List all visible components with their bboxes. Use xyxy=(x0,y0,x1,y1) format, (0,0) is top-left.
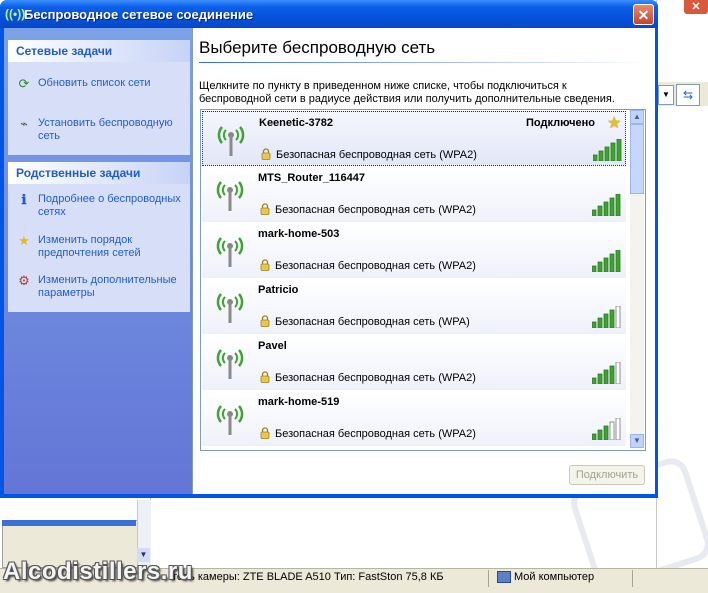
network-name: Patricio xyxy=(258,284,299,296)
task-label: Изменить порядок предпочтения сетей xyxy=(38,234,141,259)
network-row[interactable]: mark-home-503 Безопасная беспроводная сет… xyxy=(202,223,626,278)
wireless-antenna-icon xyxy=(216,237,244,267)
network-name: mark-home-503 xyxy=(258,228,340,240)
go-arrows-icon[interactable]: ⇆ xyxy=(676,84,700,106)
signal-strength-icon xyxy=(593,139,622,161)
refresh-icon: ⟳ xyxy=(18,76,30,91)
wireless-network-icon: ((•)) xyxy=(5,7,26,21)
task-label: Изменить дополнительные параметры xyxy=(38,274,177,299)
related-tasks-panel: Родственные задачи ℹ Подробнее о беспров… xyxy=(8,162,190,312)
wireless-antenna-icon xyxy=(216,349,244,379)
security-type: Безопасная беспроводная сеть (WPA2) xyxy=(275,260,476,272)
address-dropdown-icon[interactable]: ▼ xyxy=(658,85,674,105)
wireless-antenna-icon xyxy=(216,405,244,435)
network-row[interactable]: Pavel Безопасная беспроводная сеть (WPA2) xyxy=(202,335,626,390)
lock-icon xyxy=(260,315,270,327)
heading-divider xyxy=(199,62,649,63)
background-close-button[interactable]: ✕ xyxy=(684,0,708,14)
signal-strength-icon xyxy=(592,194,621,216)
star-icon: ★ xyxy=(18,233,30,248)
preferred-star-icon: ★ xyxy=(607,115,622,132)
dialog-titlebar[interactable]: ((•)) Беспроводное сетевое соединение ✕ xyxy=(0,0,658,28)
security-type: Безопасная беспроводная сеть (WPA2) xyxy=(275,372,476,384)
change-order-link[interactable]: ★ Изменить порядок предпочтения сетей xyxy=(16,233,186,261)
network-name: MTS_Router_116447 xyxy=(258,172,365,184)
lock-icon xyxy=(260,259,270,271)
page-title: Выберите беспроводную сеть xyxy=(199,38,436,57)
lock-icon xyxy=(260,427,270,439)
settings-icon: ⚙ xyxy=(18,273,30,288)
connection-status: Подключено xyxy=(526,117,595,129)
scroll-down-arrow-icon[interactable]: ▼ xyxy=(630,434,644,448)
scroll-up-arrow-icon[interactable]: ▲ xyxy=(630,110,644,124)
my-computer-icon xyxy=(497,571,511,583)
setup-wireless-link[interactable]: ⌁ Установить беспроводную сеть xyxy=(16,116,186,144)
lock-icon xyxy=(261,148,271,160)
signal-strength-icon xyxy=(592,418,621,440)
network-name: Pavel xyxy=(258,340,287,352)
network-tasks-header[interactable]: Сетевые задачи xyxy=(8,40,190,62)
dialog-title: Беспроводное сетевое соединение xyxy=(24,7,254,22)
signal-strength-icon xyxy=(592,306,621,328)
status-separator xyxy=(632,570,633,587)
security-type: Безопасная беспроводная сеть (WPA2) xyxy=(275,428,476,440)
security-type: Безопасная беспроводная сеть (WPA2) xyxy=(275,204,476,216)
connect-button[interactable]: Подключить xyxy=(569,465,645,485)
learn-wireless-link[interactable]: ℹ Подробнее о беспроводных сетях xyxy=(16,192,186,220)
wireless-antenna-icon xyxy=(216,181,244,211)
lock-icon xyxy=(260,203,270,215)
related-tasks-header[interactable]: Родственные задачи xyxy=(8,162,190,184)
network-name: mark-home-519 xyxy=(258,396,340,408)
status-file-info: тель камеры: ZTE BLADE A510 Тип: FastSto… xyxy=(172,571,444,583)
task-label: Обновить список сети xyxy=(38,77,151,89)
wireless-antenna-icon xyxy=(216,293,244,323)
network-row[interactable]: MTS_Router_116447 Безопасная беспроводная… xyxy=(202,167,626,222)
status-separator xyxy=(488,570,489,587)
signal-strength-icon xyxy=(592,362,621,384)
network-row[interactable]: Keenetic-3782 Подключено ★ Безопасная беспр… xyxy=(202,111,626,166)
network-row[interactable]: mark-home-519 Безопасная беспроводная сет… xyxy=(202,391,626,446)
wireless-setup-icon: ⌁ xyxy=(20,116,28,131)
refresh-network-list-link[interactable]: ⟳ Обновить список сети xyxy=(16,76,186,92)
advanced-settings-link[interactable]: ⚙ Изменить дополнительные параметры xyxy=(16,273,186,301)
signal-strength-icon xyxy=(592,250,621,272)
task-label: Подробнее о беспроводных сетях xyxy=(38,193,181,218)
task-label: Установить беспроводную сеть xyxy=(38,117,173,142)
info-icon: ℹ xyxy=(21,192,27,207)
task-sidebar: Сетевые задачи ⟳ Обновить список сети ⌁ … xyxy=(4,28,192,494)
network-row[interactable]: Patricio Безопасная беспроводная сеть (WP… xyxy=(202,279,626,334)
security-type: Безопасная беспроводная сеть (WPA2) xyxy=(276,149,477,161)
network-name: Keenetic-3782 xyxy=(259,117,333,129)
background-thumbnail-titlebar xyxy=(2,520,136,526)
close-button[interactable]: ✕ xyxy=(633,4,654,25)
network-tasks-panel: Сетевые задачи ⟳ Обновить список сети ⌁ … xyxy=(8,40,190,155)
scroll-thumb[interactable] xyxy=(630,124,644,194)
watermark-logo: Alcodistillers.ru xyxy=(3,558,193,585)
lock-icon xyxy=(260,371,270,383)
wireless-antenna-icon xyxy=(217,126,245,156)
security-type: Безопасная беспроводная сеть (WPA) xyxy=(275,316,470,328)
status-zone: Мой компьютер xyxy=(514,571,595,583)
instructions-text: Щелкните по пункту в приведенном ниже сп… xyxy=(199,80,615,105)
